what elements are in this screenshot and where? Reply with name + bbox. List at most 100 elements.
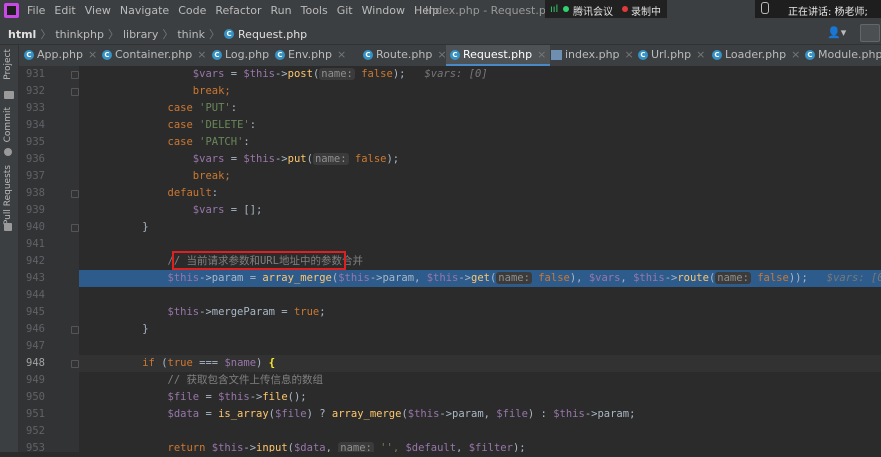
editor-tab-bar: CApp.php× CContainer.php× CLog.php× CEnv…: [19, 45, 881, 66]
speaker-label: 正在讲话: 杨老师;: [788, 7, 868, 18]
microphone-icon: [761, 2, 769, 14]
menu-refactor[interactable]: Refactor: [215, 4, 261, 17]
menu-file[interactable]: File: [27, 4, 45, 17]
tool-commit[interactable]: Commit: [3, 107, 13, 142]
tab-label: Request.php: [463, 48, 533, 61]
close-icon[interactable]: ×: [337, 48, 346, 61]
tab-label: Loader.php: [725, 48, 787, 61]
code-line: case 'DELETE':: [167, 119, 257, 131]
parameter-hint: name:: [319, 68, 355, 80]
line-number: 941: [26, 238, 45, 250]
close-icon[interactable]: ×: [625, 48, 634, 61]
main-menu: File Edit View Navigate Code Refactor Ru…: [27, 4, 448, 17]
tool-project[interactable]: Project: [3, 49, 13, 80]
fold-marker-icon[interactable]: [71, 224, 79, 232]
close-icon[interactable]: ×: [696, 48, 705, 61]
parameter-hint: name:: [715, 272, 751, 284]
code-line: $data = is_array($file) ? array_merge($t…: [167, 408, 636, 420]
menu-window[interactable]: Window: [362, 4, 405, 17]
fold-marker-icon[interactable]: [71, 190, 79, 198]
tab-log-php[interactable]: CLog.php×: [212, 45, 283, 66]
menu-code[interactable]: Code: [178, 4, 206, 17]
tab-app-php[interactable]: C App.php ×: [24, 45, 97, 66]
html-file-icon: [551, 50, 562, 60]
close-icon[interactable]: ×: [791, 48, 800, 61]
line-number: 936: [26, 153, 45, 165]
breadcrumb-library[interactable]: library: [123, 28, 158, 41]
tab-loader-php[interactable]: C Loader.php ×: [712, 45, 800, 66]
close-icon[interactable]: ×: [537, 48, 546, 61]
tab-label: Container.php: [115, 48, 193, 61]
line-number: 938: [26, 187, 45, 199]
breadcrumb-html[interactable]: html: [8, 28, 36, 41]
debug-value: $vars: [0]: [826, 272, 881, 284]
tab-request-php[interactable]: C Request.php ×: [446, 45, 551, 66]
tab-env-php[interactable]: C Env.php ×: [275, 45, 346, 66]
tab-index-php[interactable]: index.php ×: [551, 45, 634, 66]
meeting-status-bar[interactable]: ııl 腾讯会议 录制中: [545, 0, 667, 18]
close-icon[interactable]: ×: [197, 48, 206, 61]
toolbar-button[interactable]: [860, 24, 880, 42]
line-number: 945: [26, 306, 45, 318]
annotation-highlight-box: [172, 251, 346, 270]
tab-label: Log.php: [225, 48, 270, 61]
menu-view[interactable]: View: [85, 4, 111, 17]
line-number: 949: [26, 374, 45, 386]
tab-label: Url.php: [651, 48, 692, 61]
tab-label: App.php: [37, 48, 83, 61]
class-icon: C: [24, 50, 34, 60]
line-number: 937: [26, 170, 45, 182]
breadcrumb-think[interactable]: think: [177, 28, 205, 41]
code-line: $this->mergeParam = true;: [167, 306, 326, 318]
speaker-indicator: 正在讲话: 杨老师;: [755, 0, 881, 18]
tab-url-php[interactable]: C Url.php ×: [638, 45, 705, 66]
meeting-status-icon: [563, 6, 569, 12]
code-line: $file = $this->file();: [167, 391, 307, 403]
code-comment: // 获取包含文件上传信息的数组: [167, 374, 323, 386]
debug-value: $vars: [0]: [424, 68, 488, 80]
parameter-hint: name:: [338, 442, 374, 452]
fold-marker-icon[interactable]: [71, 326, 79, 334]
breadcrumb-separator-icon: 〉: [107, 28, 119, 41]
class-icon: C: [212, 50, 222, 60]
code-line: }: [142, 323, 149, 335]
menu-bar: File Edit View Navigate Code Refactor Ru…: [0, 0, 881, 22]
class-icon: C: [275, 50, 285, 60]
code-line-current: if (true === $name) {: [79, 355, 881, 372]
code-line: $vars = $this->post(name: false); $vars:…: [192, 68, 488, 80]
breadcrumb: html 〉 thinkphp 〉 library 〉 think 〉 C Re…: [8, 26, 311, 42]
tab-label: index.php: [565, 48, 620, 61]
tab-container-php[interactable]: C Container.php ×: [102, 45, 206, 66]
pull-request-icon: [4, 223, 12, 231]
tab-module-php[interactable]: C Module.php: [805, 45, 881, 66]
tab-route-php[interactable]: C Route.php ×: [363, 45, 447, 66]
navigation-bar: html 〉 thinkphp 〉 library 〉 think 〉 C Re…: [0, 22, 881, 45]
code-line: case 'PATCH':: [167, 136, 250, 148]
menu-run[interactable]: Run: [271, 4, 292, 17]
line-number: 933: [26, 102, 45, 114]
line-number: 940: [26, 221, 45, 233]
code-line: case 'PUT':: [167, 102, 238, 114]
user-icon[interactable]: 👤▾: [827, 26, 846, 39]
close-icon[interactable]: ×: [88, 48, 97, 61]
line-number: 946: [26, 323, 45, 335]
code-line: return $this->input($data, name: '', $de…: [167, 442, 526, 452]
menu-edit[interactable]: Edit: [54, 4, 75, 17]
fold-marker-icon[interactable]: [71, 88, 79, 96]
breadcrumb-thinkphp[interactable]: thinkphp: [55, 28, 104, 41]
tool-pull-requests[interactable]: Pull Requests: [3, 165, 13, 225]
class-icon: C: [450, 50, 460, 60]
signal-icon: ııl: [550, 4, 559, 15]
menu-navigate[interactable]: Navigate: [120, 4, 169, 17]
menu-git[interactable]: Git: [337, 4, 353, 17]
breadcrumb-separator-icon: 〉: [40, 28, 52, 41]
fold-marker-icon[interactable]: [71, 71, 79, 79]
fold-marker-icon[interactable]: [71, 360, 79, 368]
parameter-hint: name:: [312, 153, 349, 165]
line-number: 950: [26, 391, 45, 403]
menu-tools[interactable]: Tools: [301, 4, 328, 17]
breadcrumb-request-php[interactable]: Request.php: [238, 28, 307, 41]
editor-gutter[interactable]: 931 932 933 934 935 936 937 938 939 940 …: [19, 66, 79, 454]
code-line: $vars = $this->put(name: false);: [192, 153, 400, 165]
